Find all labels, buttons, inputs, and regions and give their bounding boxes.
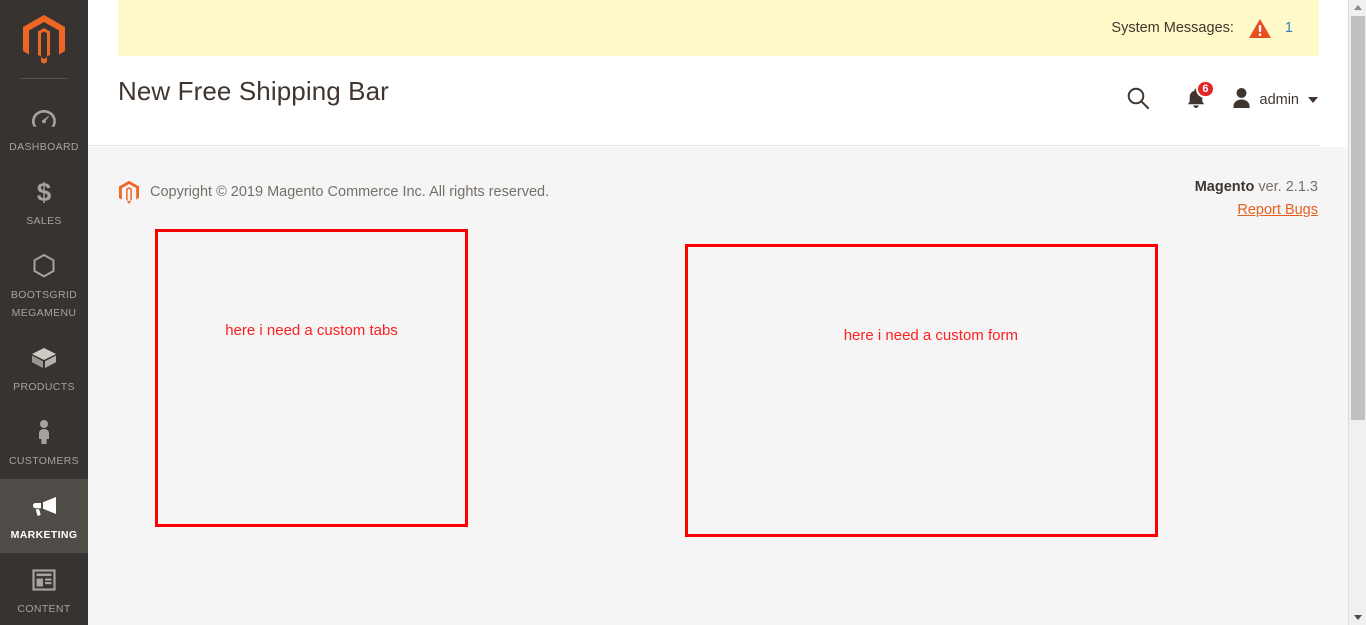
- page-header: New Free Shipping Bar 6 admin: [88, 56, 1348, 146]
- system-messages-label: System Messages:: [1111, 20, 1234, 36]
- hexagon-icon: [2, 251, 86, 281]
- sidebar-item-customers[interactable]: Customers: [0, 405, 88, 479]
- report-bugs-link[interactable]: Report Bugs: [1237, 202, 1318, 218]
- admin-sidebar: Dashboard $ Sales Bootsgrid Megamenu: [0, 0, 88, 625]
- version-number: ver. 2.1.3: [1254, 179, 1318, 195]
- sidebar-item-label: Bootsgrid Megamenu: [10, 289, 78, 319]
- dashboard-gauge-icon: [2, 103, 86, 133]
- custom-form-placeholder-label: here i need a custom form: [843, 327, 1018, 344]
- user-avatar-icon: [1232, 87, 1251, 114]
- page-footer: Copyright © 2019 Magento Commerce Inc. A…: [88, 147, 1348, 221]
- version-block: Magento ver. 2.1.3 Report Bugs: [1195, 179, 1318, 219]
- sidebar-item-label: Content: [17, 603, 71, 615]
- admin-app-window: Dashboard $ Sales Bootsgrid Megamenu: [0, 0, 1366, 625]
- magento-logo[interactable]: [0, 0, 88, 78]
- header-right-gutter: [1319, 0, 1348, 147]
- megaphone-icon: [2, 491, 86, 521]
- scrollbar-thumb[interactable]: [1351, 16, 1365, 420]
- svg-text:$: $: [37, 179, 52, 205]
- user-name: admin: [1259, 92, 1300, 108]
- page-scrollbar[interactable]: [1348, 0, 1366, 625]
- system-messages-bar: System Messages: 1: [118, 0, 1320, 56]
- custom-tabs-placeholder-label: here i need a custom tabs: [225, 322, 398, 339]
- sidebar-item-sales[interactable]: $ Sales: [0, 165, 88, 239]
- sidebar-divider: [20, 78, 68, 79]
- box-icon: [2, 343, 86, 373]
- user-menu[interactable]: admin: [1232, 87, 1318, 114]
- search-icon: [1126, 86, 1150, 115]
- version-brand: Magento: [1194, 179, 1255, 195]
- sidebar-item-label: Customers: [8, 455, 80, 467]
- custom-tabs-placeholder: here i need a custom tabs: [155, 229, 468, 527]
- notifications-button[interactable]: 6: [1178, 80, 1215, 118]
- copyright-text: Copyright © 2019 Magento Commerce Inc. A…: [150, 184, 550, 200]
- sidebar-item-label: Dashboard: [9, 141, 79, 153]
- warning-triangle-icon: [1248, 18, 1272, 39]
- sidebar-item-label: Sales: [26, 215, 62, 227]
- page-title: New Free Shipping Bar: [118, 76, 389, 106]
- scroll-down-arrow-icon[interactable]: [1349, 610, 1366, 625]
- sidebar-item-label: Products: [13, 381, 75, 393]
- version-line: Magento ver. 2.1.3: [1195, 179, 1318, 195]
- chevron-down-icon: [1308, 97, 1318, 103]
- sidebar-item-label: Marketing: [10, 529, 78, 541]
- layout-panel-icon: [2, 565, 86, 595]
- main-content: Copyright © 2019 Magento Commerce Inc. A…: [88, 147, 1348, 625]
- sidebar-item-marketing[interactable]: Marketing: [0, 479, 88, 553]
- system-messages-count[interactable]: 1: [1285, 20, 1293, 36]
- sidebar-item-bootsgrid-megamenu[interactable]: Bootsgrid Megamenu: [0, 239, 88, 331]
- dollar-sign-icon: $: [2, 177, 86, 207]
- magento-logo-icon: [21, 14, 67, 64]
- magento-small-logo-icon: [118, 180, 140, 204]
- scroll-up-arrow-icon[interactable]: [1349, 0, 1366, 15]
- custom-form-placeholder: here i need a custom form: [685, 244, 1158, 537]
- header-tools: 6 admin: [1120, 80, 1318, 118]
- sidebar-item-content[interactable]: Content: [0, 553, 88, 625]
- sidebar-item-products[interactable]: Products: [0, 331, 88, 405]
- search-button[interactable]: [1120, 82, 1156, 118]
- person-icon: [2, 417, 86, 447]
- sidebar-item-dashboard[interactable]: Dashboard: [0, 91, 88, 165]
- copyright: Copyright © 2019 Magento Commerce Inc. A…: [118, 180, 549, 204]
- notifications-badge: 6: [1196, 80, 1215, 98]
